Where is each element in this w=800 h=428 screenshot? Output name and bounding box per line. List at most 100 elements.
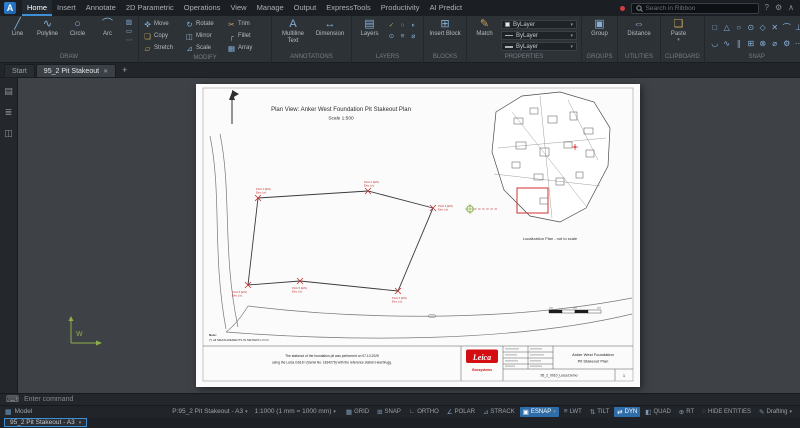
tool-fillet[interactable]: ╭Fillet: [227, 30, 267, 42]
tool-circle[interactable]: ○Circle: [64, 18, 91, 38]
properties-panel-icon[interactable]: ▤: [4, 86, 13, 97]
snap-tangent-icon[interactable]: ◡: [709, 37, 721, 51]
tool-rotate[interactable]: ↻Rotate: [185, 18, 225, 30]
app-logo[interactable]: A: [4, 2, 16, 14]
layer-off-icon[interactable]: ○: [397, 20, 408, 31]
ribbon-collapse-icon[interactable]: ∧: [788, 4, 794, 12]
tool-polyline[interactable]: ∿Polyline: [34, 18, 61, 38]
snap-perpendicular-icon[interactable]: ⊥: [793, 21, 800, 35]
lineweight-control[interactable]: ByLayer▾: [501, 42, 577, 51]
layout-indicator[interactable]: P:95_2 Pit Stakeout - A3▾: [172, 408, 247, 415]
layer-on-icon[interactable]: ✓: [386, 20, 397, 31]
layer-lock-icon[interactable]: ⊙: [386, 31, 397, 42]
sheets-panel-icon[interactable]: ◫: [4, 128, 13, 139]
snap-toggle[interactable]: ⊞SNAP: [374, 407, 404, 417]
ribbon-search-input[interactable]: [646, 5, 754, 12]
tool-multiline-text[interactable]: AMultiline Text: [276, 18, 310, 44]
menu-productivity[interactable]: Productivity: [376, 0, 425, 16]
layout-tab-active[interactable]: 95_2 Pit Stakeout - A3 ▾: [4, 418, 87, 427]
snap-none-icon[interactable]: ⌀: [769, 37, 781, 51]
tool-array[interactable]: ▦Array: [227, 42, 267, 54]
model-indicator[interactable]: ▦ Model: [5, 408, 32, 416]
snap-intersection-icon[interactable]: ✕: [769, 21, 781, 35]
ucs-icon: W: [64, 316, 104, 350]
snap-parallel-icon[interactable]: ∥: [733, 37, 745, 51]
snap-node-icon[interactable]: ⊙: [745, 21, 757, 35]
hide-entities-toggle[interactable]: ◌HIDE ENTITIES: [699, 407, 754, 417]
snap-cursor-marker: [465, 204, 498, 214]
layer-none-icon[interactable]: ⌀: [408, 31, 419, 42]
quad-toggle[interactable]: ◧QUAD: [642, 407, 674, 417]
layer-states-icon[interactable]: ≡: [397, 31, 408, 42]
esnap-toggle[interactable]: ▣ESNAP▾: [520, 407, 559, 417]
snap-endpoint-icon[interactable]: □: [709, 21, 721, 35]
snap-apparent-icon[interactable]: ⊗: [757, 37, 769, 51]
scale-indicator[interactable]: 1:1000 (1 mm = 1000 mm)▾: [255, 408, 336, 415]
snap-quadrant-icon[interactable]: ◇: [757, 21, 769, 35]
tool-arc[interactable]: ⌒Arc: [94, 18, 121, 38]
doc-tab-95-2-pit-stakeout[interactable]: 95_2 Pit Stakeout✕: [36, 64, 116, 77]
tool-match-properties[interactable]: ✎Match: [471, 18, 498, 38]
menu-view[interactable]: View: [225, 0, 251, 16]
tool-mirror[interactable]: ◫Mirror: [185, 30, 225, 42]
color-control[interactable]: ByLayer▾: [501, 20, 577, 29]
drafting-toggle[interactable]: ✎Drafting▾: [756, 407, 795, 417]
menu-operations[interactable]: Operations: [179, 0, 226, 16]
snap-settings-icon[interactable]: ⚙: [781, 37, 793, 51]
new-tab-button[interactable]: +: [117, 65, 132, 77]
strack-toggle[interactable]: ⊿STRACK: [480, 407, 518, 417]
tool-label: Layers: [360, 31, 378, 38]
snap-nearest-icon[interactable]: ∿: [721, 37, 733, 51]
snap-center-icon[interactable]: ○: [733, 21, 745, 35]
menu-manage[interactable]: Manage: [252, 0, 289, 16]
tool-scale[interactable]: ⊿Scale: [185, 42, 225, 54]
tool-dimension[interactable]: ↔Dimension: [313, 18, 347, 38]
polar-toggle[interactable]: ∠POLAR: [444, 407, 478, 417]
menu-output[interactable]: Output: [289, 0, 322, 16]
chevron-down-icon: ▾: [553, 409, 556, 415]
doc-tab-start[interactable]: Start: [4, 64, 35, 77]
close-icon[interactable]: ✕: [103, 68, 108, 75]
tool-line[interactable]: ╱Line: [4, 18, 31, 38]
command-line[interactable]: ⌨ Enter command: [0, 393, 800, 405]
ortho-toggle[interactable]: ∟ORTHO: [406, 407, 442, 417]
toggle-label: ORTHO: [417, 409, 439, 415]
lwt-toggle[interactable]: ≡LWT: [561, 407, 585, 417]
menu-insert[interactable]: Insert: [52, 0, 81, 16]
tool-group[interactable]: ▣Group: [586, 18, 613, 38]
snap-midpoint-icon[interactable]: △: [721, 21, 733, 35]
more-draw-icon[interactable]: ⋯: [124, 37, 134, 45]
toggle-label: GRID: [354, 409, 369, 415]
menu-home[interactable]: Home: [22, 0, 52, 16]
layers-panel-icon[interactable]: ≣: [5, 107, 13, 118]
hatch-icon[interactable]: ▨: [124, 19, 134, 27]
distance-icon: ⇔: [634, 18, 645, 31]
tool-layers[interactable]: ▤Layers: [356, 18, 383, 38]
layer-isolate-icon[interactable]: ◐: [408, 20, 419, 31]
tool-move[interactable]: ✜Move: [143, 18, 183, 30]
tool-insert-block[interactable]: ⊞Insert Block: [428, 18, 462, 38]
menu-expresstools[interactable]: ExpressTools: [321, 0, 376, 16]
command-prompt[interactable]: Enter command: [24, 396, 73, 403]
dyn-toggle[interactable]: ⇄DYN: [614, 407, 640, 417]
ribbon-search[interactable]: [631, 3, 759, 14]
settings-gear-icon[interactable]: ⚙: [775, 4, 782, 12]
menu-annotate[interactable]: Annotate: [81, 0, 121, 16]
tool-copy[interactable]: ❏Copy: [143, 30, 183, 42]
linetype-control[interactable]: ByLayer▾: [501, 31, 577, 40]
tool-distance[interactable]: ⇔Distance: [622, 18, 656, 38]
snap-insert-icon[interactable]: ⊞: [745, 37, 757, 51]
menu-2d-parametric[interactable]: 2D Parametric: [121, 0, 179, 16]
grid-toggle[interactable]: ▦GRID: [343, 407, 372, 417]
rt-toggle[interactable]: ⊕RT: [676, 407, 697, 417]
drawing-canvas[interactable]: Plan View: Anker West Foundation Pit Sta…: [18, 78, 800, 393]
tool-stretch[interactable]: ▱Stretch: [143, 42, 183, 54]
rectangle-icon[interactable]: ▭: [124, 28, 134, 36]
menu-ai-predict[interactable]: AI Predict: [425, 0, 468, 16]
tool-paste[interactable]: ❑Paste▾: [665, 18, 692, 42]
tilt-toggle[interactable]: ⇅TILT: [587, 407, 612, 417]
tool-trim[interactable]: ✂Trim: [227, 18, 267, 30]
snap-more-icon[interactable]: ⋯: [793, 37, 800, 51]
snap-extension-icon[interactable]: ⌒: [781, 21, 793, 35]
help-icon[interactable]: ?: [765, 4, 769, 12]
